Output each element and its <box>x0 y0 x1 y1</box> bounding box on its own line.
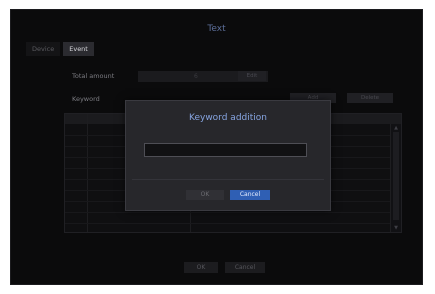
table-row[interactable] <box>65 223 391 224</box>
dialog-cancel-button[interactable]: Cancel <box>230 190 270 200</box>
table-row[interactable] <box>65 212 391 213</box>
total-amount-row: Total amount 6 Edit <box>68 70 398 84</box>
dialog-ok-button[interactable]: OK <box>186 190 224 200</box>
scroll-down-icon[interactable]: ▼ <box>391 225 401 231</box>
dialog-title: Keyword addition <box>189 113 267 123</box>
total-amount-value: 6 <box>194 73 198 80</box>
column-divider <box>87 114 88 232</box>
tab-event[interactable]: Event <box>63 42 94 56</box>
footer-ok-button[interactable]: OK <box>184 262 218 273</box>
keyword-delete-button[interactable]: Delete <box>347 93 393 103</box>
tab-bar: Device Event <box>26 42 94 56</box>
total-amount-label: Total amount <box>72 72 115 80</box>
keyword-input[interactable] <box>144 143 307 157</box>
text-settings-window: Text Device Event Total amount 6 Edit Ke… <box>10 9 423 285</box>
divider <box>132 179 324 180</box>
keyword-label: Keyword <box>72 95 100 103</box>
scroll-thumb[interactable] <box>393 132 399 220</box>
table-scrollbar[interactable]: ▲ ▼ <box>390 124 401 232</box>
keyword-addition-dialog: Keyword addition OK Cancel <box>125 100 331 211</box>
window-title: Text <box>207 24 226 34</box>
total-amount-edit-button[interactable]: Edit <box>238 71 266 81</box>
tab-device[interactable]: Device <box>26 42 61 56</box>
footer-cancel-button[interactable]: Cancel <box>225 262 265 273</box>
scroll-up-icon[interactable]: ▲ <box>391 125 401 131</box>
